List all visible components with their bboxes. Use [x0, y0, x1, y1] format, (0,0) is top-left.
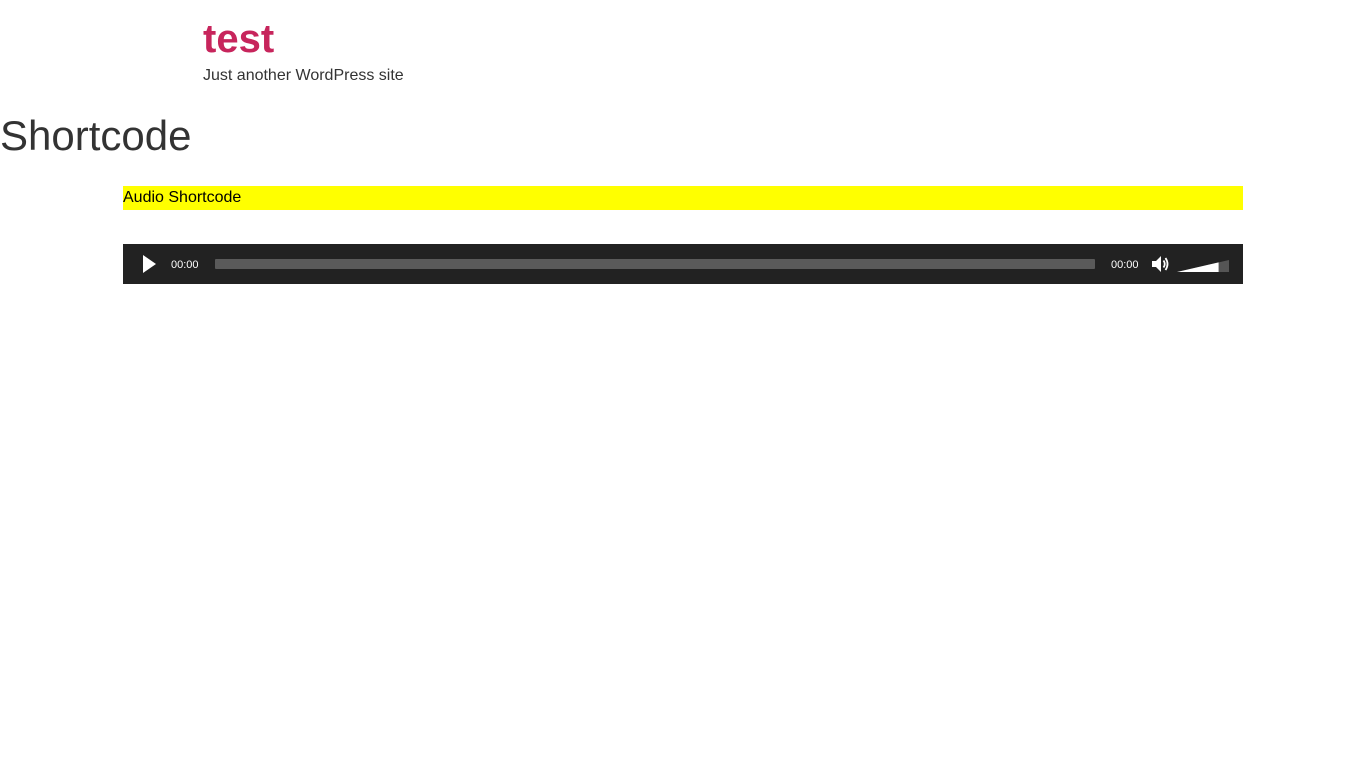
play-button[interactable]: [139, 254, 159, 274]
progress-slider[interactable]: [215, 259, 1095, 269]
mute-button[interactable]: [1151, 254, 1171, 274]
play-icon: [143, 255, 156, 273]
current-time: 00:00: [171, 259, 199, 271]
highlighted-text: Audio Shortcode: [123, 186, 1243, 210]
site-title-link[interactable]: test: [203, 14, 404, 64]
speaker-icon: [1152, 256, 1169, 272]
volume-bar: [1177, 260, 1229, 272]
site-tagline: Just another WordPress site: [203, 67, 404, 84]
audio-player: 00:00 00:00: [123, 244, 1243, 284]
duration-time: 00:00: [1111, 259, 1139, 271]
page-title: Shortcode: [0, 112, 192, 159]
volume-slider[interactable]: [1177, 254, 1229, 274]
site-header: test Just another WordPress site: [203, 14, 404, 87]
